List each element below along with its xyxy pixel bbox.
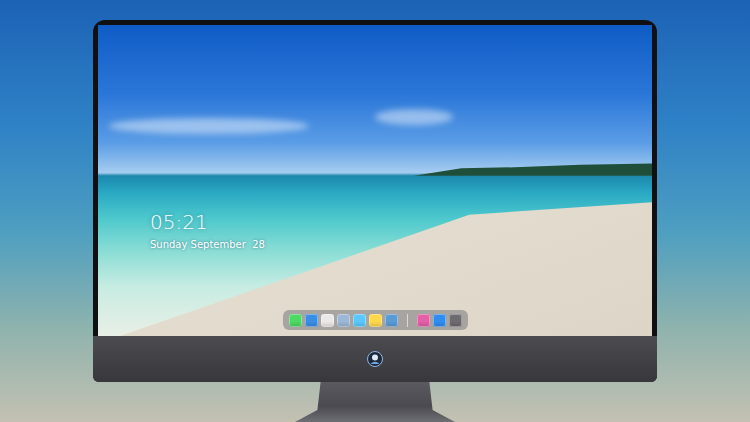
dock <box>283 310 468 330</box>
dock-item[interactable] <box>433 314 446 327</box>
app-icon[interactable] <box>305 314 318 327</box>
dock-item[interactable] <box>385 314 398 327</box>
screen: 05:21 Sunday September 28 <box>98 25 652 336</box>
app-icon[interactable] <box>433 314 446 327</box>
app-icon[interactable] <box>385 314 398 327</box>
app-icon[interactable] <box>369 314 382 327</box>
app-icon[interactable] <box>417 314 430 327</box>
monitor: 05:21 Sunday September 28 <box>93 20 657 382</box>
monitor-stand <box>295 382 455 422</box>
app-icon[interactable] <box>449 314 462 327</box>
dock-item[interactable] <box>289 314 302 327</box>
dock-item[interactable] <box>305 314 318 327</box>
monitor-chin <box>93 336 657 382</box>
dock-item[interactable] <box>337 314 350 327</box>
clock-date: Sunday September 28 <box>150 238 652 251</box>
app-icon[interactable] <box>337 314 350 327</box>
dock-item[interactable] <box>369 314 382 327</box>
dock-item[interactable] <box>449 314 462 327</box>
dock-separator <box>407 314 408 327</box>
app-icon[interactable] <box>289 314 302 327</box>
clock-time: 05:21 <box>150 211 652 234</box>
app-icon[interactable] <box>353 314 366 327</box>
desktop-mockup: 05:21 Sunday September 28 <box>0 0 750 422</box>
lock-screen: 05:21 Sunday September 28 <box>98 25 652 336</box>
logo-icon <box>367 351 383 367</box>
dock-item[interactable] <box>417 314 430 327</box>
dock-item[interactable] <box>321 314 334 327</box>
dock-item[interactable] <box>353 314 366 327</box>
app-icon[interactable] <box>321 314 334 327</box>
